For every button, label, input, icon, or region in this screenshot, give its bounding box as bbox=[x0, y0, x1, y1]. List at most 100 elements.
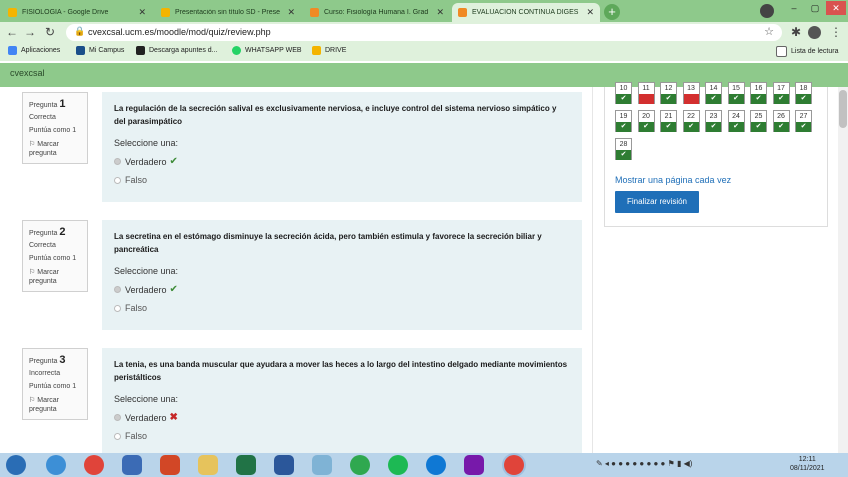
question-info: Pregunta 2 Correcta Puntúa como 1 ⚐ Marc… bbox=[22, 220, 88, 292]
scrollbar[interactable] bbox=[838, 87, 848, 453]
quiz-nav-number: 21 bbox=[664, 113, 673, 120]
content-divider bbox=[592, 87, 593, 453]
quiz-nav-number: 23 bbox=[709, 113, 718, 120]
quiz-nav-number: 18 bbox=[799, 85, 808, 92]
powerpoint-icon[interactable] bbox=[160, 455, 180, 475]
quiz-nav-button[interactable]: 13 bbox=[682, 82, 700, 104]
word-icon[interactable] bbox=[274, 455, 294, 475]
spotify-icon[interactable] bbox=[388, 455, 408, 475]
system-clock[interactable]: 12:11 08/11/2021 bbox=[790, 455, 825, 473]
chrome-active-icon[interactable] bbox=[504, 455, 524, 475]
site-name[interactable]: cvexcsal bbox=[10, 68, 45, 78]
start-button[interactable] bbox=[6, 455, 26, 475]
star-icon[interactable]: ☆ bbox=[764, 25, 774, 38]
extensions-icon[interactable]: ✱ bbox=[788, 24, 804, 40]
new-tab-button[interactable]: + bbox=[604, 4, 620, 20]
quiz-nav-button[interactable]: 25 ✔ bbox=[750, 110, 767, 132]
tab-evaluacion[interactable]: EVALUACIÓN CONTINUA DIGES ✕ bbox=[452, 3, 600, 22]
show-one-page-link[interactable]: Mostrar una página cada vez bbox=[615, 175, 731, 185]
quiz-nav-button[interactable]: 28 ✔ bbox=[615, 138, 632, 160]
paint-icon[interactable] bbox=[312, 455, 332, 475]
quiz-nav-button[interactable]: 22 ✔ bbox=[682, 110, 700, 132]
bookmark-label: WHATSAPP WEB bbox=[245, 47, 302, 54]
radio-selected[interactable] bbox=[114, 158, 121, 165]
back-icon[interactable]: ← bbox=[4, 24, 20, 40]
flag-question[interactable]: ⚐ Marcar pregunta bbox=[29, 396, 81, 414]
quiz-nav-button[interactable]: 19 ✔ bbox=[615, 110, 632, 132]
quiz-nav-button[interactable]: 23 ✔ bbox=[705, 110, 722, 132]
bookmark-whatsapp[interactable]: WHATSAPP WEB bbox=[232, 46, 302, 55]
radio-selected[interactable] bbox=[114, 414, 121, 421]
quiz-nav-button[interactable]: 26 ✔ bbox=[772, 110, 790, 132]
radio[interactable] bbox=[114, 176, 121, 184]
quiz-nav-button[interactable]: 16 ✔ bbox=[750, 82, 767, 104]
flag-icon: ⚐ bbox=[29, 397, 36, 404]
quiz-nav-button[interactable]: 18 ✔ bbox=[795, 82, 812, 104]
close-icon[interactable]: ✕ bbox=[287, 7, 295, 18]
url-text: cvexcsal.ucm.es/moodle/mod/quiz/review.p… bbox=[88, 27, 271, 37]
option-verdadero[interactable]: Verdadero ✔ bbox=[114, 156, 570, 167]
scrollbar-thumb[interactable] bbox=[839, 90, 847, 128]
download-site-icon bbox=[136, 46, 145, 55]
question-label: Pregunta bbox=[29, 102, 58, 109]
minimize-button[interactable]: – bbox=[784, 1, 804, 15]
tab-google-drive[interactable]: FISIOLOGÍA - Google Drive ✕ bbox=[2, 3, 152, 22]
finish-review-button[interactable]: Finalizar revisión bbox=[615, 191, 699, 213]
account-avatar[interactable] bbox=[808, 26, 821, 39]
incorrect-indicator bbox=[638, 94, 654, 104]
close-icon[interactable]: ✕ bbox=[138, 7, 146, 18]
bookmark-descarga[interactable]: Descarga apuntes d... bbox=[136, 46, 218, 55]
radio-selected[interactable] bbox=[114, 286, 121, 293]
select-prompt: Seleccione una: bbox=[114, 394, 179, 404]
grammarly-icon[interactable] bbox=[350, 455, 370, 475]
check-icon: ✔ bbox=[751, 122, 766, 132]
media-player-icon[interactable] bbox=[122, 455, 142, 475]
option-verdadero[interactable]: Verdadero ✖ bbox=[114, 412, 570, 423]
bookmark-drive[interactable]: DRIVE bbox=[312, 46, 346, 55]
edge-icon[interactable] bbox=[426, 455, 446, 475]
flag-question[interactable]: ⚐ Marcar pregunta bbox=[29, 140, 81, 158]
tab-course[interactable]: Curso: Fisiología Humana I. Grad ✕ bbox=[304, 3, 450, 22]
quiz-nav-button[interactable]: 17 ✔ bbox=[772, 82, 790, 104]
menu-icon[interactable]: ⋮ bbox=[828, 24, 844, 40]
quiz-nav-button[interactable]: 20 ✔ bbox=[637, 110, 655, 132]
option-falso[interactable]: Falso bbox=[114, 303, 570, 313]
question-label: Pregunta bbox=[29, 230, 58, 237]
close-window-button[interactable]: ✕ bbox=[826, 1, 846, 15]
quiz-nav-button[interactable]: 15 ✔ bbox=[727, 82, 745, 104]
address-bar[interactable]: 🔒 cvexcsal.ucm.es/moodle/mod/quiz/review… bbox=[66, 24, 782, 41]
quiz-nav-button[interactable]: 11 bbox=[637, 82, 655, 104]
option-falso[interactable]: Falso bbox=[114, 431, 570, 441]
close-icon[interactable]: ✕ bbox=[586, 7, 594, 18]
quiz-nav-button[interactable]: 27 ✔ bbox=[795, 110, 812, 132]
option-verdadero[interactable]: Verdadero ✔ bbox=[114, 284, 570, 295]
quiz-nav-button[interactable]: 21 ✔ bbox=[660, 110, 677, 132]
check-icon: ✔ bbox=[773, 122, 789, 132]
chrome-icon[interactable] bbox=[84, 455, 104, 475]
radio[interactable] bbox=[114, 432, 121, 440]
forward-icon[interactable]: → bbox=[22, 24, 38, 40]
bookmark-mi-campus[interactable]: Mi Campus bbox=[76, 46, 124, 55]
bookmark-label: Aplicaciones bbox=[21, 47, 61, 54]
quiz-nav-button[interactable]: 24 ✔ bbox=[727, 110, 745, 132]
ie-icon[interactable] bbox=[46, 455, 66, 475]
tray-icons[interactable]: ✎ ◂ ● ● ● ● ● ● ● ● ⚑ ▮ ◀) bbox=[596, 459, 692, 468]
tab-presentation[interactable]: Presentación sin título SD - Prese ✕ bbox=[155, 3, 301, 22]
quiz-nav-number: 11 bbox=[642, 85, 650, 92]
quiz-nav-button[interactable]: 10 ✔ bbox=[615, 82, 632, 104]
reload-icon[interactable]: ↻ bbox=[42, 24, 58, 40]
close-icon[interactable]: ✕ bbox=[436, 7, 444, 18]
excel-icon[interactable] bbox=[236, 455, 256, 475]
profile-icon[interactable] bbox=[760, 4, 774, 18]
option-falso[interactable]: Falso bbox=[114, 175, 570, 185]
onenote-icon[interactable] bbox=[464, 455, 484, 475]
bookmark-apps[interactable]: Aplicaciones bbox=[8, 46, 60, 55]
radio[interactable] bbox=[114, 304, 121, 312]
flag-question[interactable]: ⚐ Marcar pregunta bbox=[29, 268, 81, 286]
quiz-nav-button[interactable]: 12 ✔ bbox=[660, 82, 677, 104]
reading-list[interactable]: Lista de lectura bbox=[776, 46, 838, 57]
file-explorer-icon[interactable] bbox=[198, 455, 218, 475]
question-points: Puntúa como 1 bbox=[29, 255, 77, 262]
quiz-nav-button[interactable]: 14 ✔ bbox=[705, 82, 722, 104]
maximize-button[interactable]: ▢ bbox=[805, 1, 825, 15]
